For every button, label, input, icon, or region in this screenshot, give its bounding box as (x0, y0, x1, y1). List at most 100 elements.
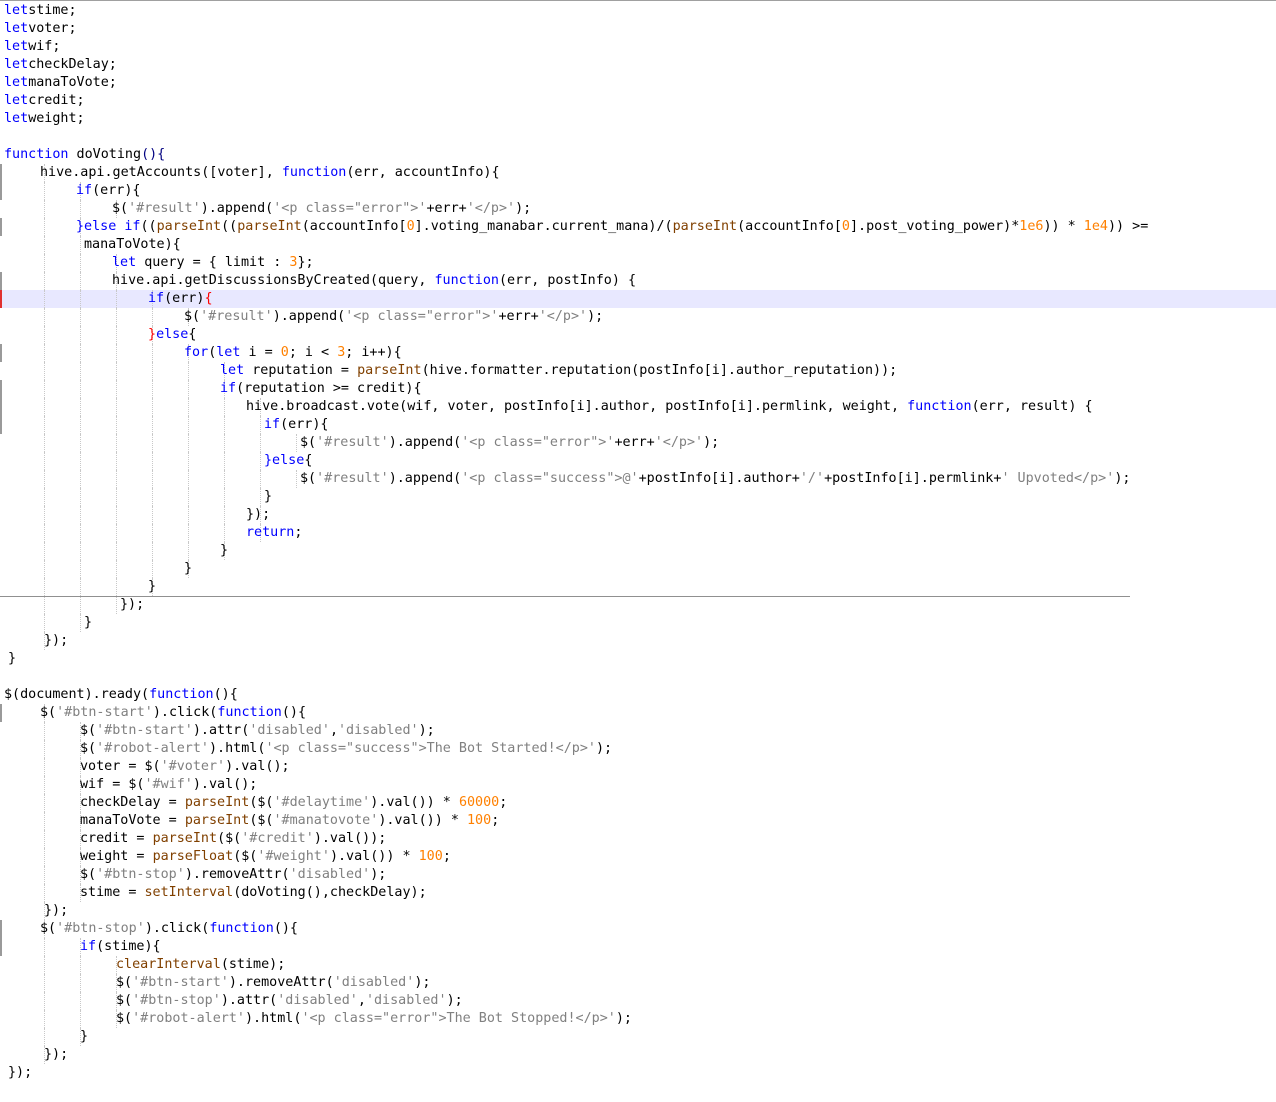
indent-guide (80, 506, 81, 524)
code-line[interactable]: for(let i = 0; i < 3; i++){ (0, 344, 1276, 362)
code-text: } (84, 614, 92, 632)
code-line[interactable]: hive.api.getDiscussionsByCreated(query, … (0, 272, 1276, 290)
code-line[interactable]: } (0, 1028, 1276, 1046)
code-line[interactable]: return; (0, 524, 1276, 542)
code-editor[interactable]: letstime; letvoter; letwif; letcheckDelay; l… (0, 0, 1276, 1102)
code-line[interactable]: } (0, 488, 1276, 506)
token-plain: }); (120, 597, 145, 612)
code-line[interactable]: } (0, 578, 1276, 596)
code-line[interactable]: }else{ (0, 452, 1276, 470)
code-line[interactable]: $('#btn-stop').removeAttr('disabled'); (0, 866, 1276, 884)
code-line[interactable]: if(err){ (0, 290, 1276, 308)
code-line[interactable]: letmanaToVote; (0, 74, 1276, 92)
code-line[interactable]: credit = parseInt($('#credit').val()); (0, 830, 1276, 848)
code-line[interactable]: $('#btn-stop').click(function(){ (0, 920, 1276, 938)
code-line[interactable]: stime = setInterval(doVoting(),checkDela… (0, 884, 1276, 902)
code-line[interactable]: $('#result').append('<p class="success">… (0, 470, 1276, 488)
code-text: letweight; (4, 110, 85, 128)
code-line[interactable]: weight = parseFloat($('#weight').val()) … (0, 848, 1276, 866)
token-plain: (reputation >= credit){ (236, 381, 422, 396)
token-plain: (){ (213, 687, 238, 702)
code-text: manaToVote){ (84, 236, 181, 254)
code-line[interactable]: wif = $('#wif').val(); (0, 776, 1276, 794)
code-line[interactable]: }else if((parseInt((parseInt(accountInfo… (0, 218, 1276, 236)
code-line[interactable]: if(reputation >= credit){ (0, 380, 1276, 398)
code-line[interactable]: $('#robot-alert').html('<p class="succes… (0, 740, 1276, 758)
code-text: } (220, 542, 228, 560)
code-line[interactable]: } (0, 542, 1276, 560)
code-text: } (8, 650, 16, 668)
code-line[interactable]: } (0, 650, 1276, 668)
code-line[interactable]: $('#btn-start').click(function(){ (0, 704, 1276, 722)
code-line[interactable]: hive.broadcast.vote(wif, voter, postInfo… (0, 398, 1276, 416)
fold-margin-marker (0, 272, 2, 290)
token-plain: ); (1114, 471, 1131, 486)
code-line[interactable]: manaToVote = parseInt($('#manatovote').v… (0, 812, 1276, 830)
indent-guide (116, 524, 117, 542)
indent-guide (224, 524, 225, 542)
indent-guide (152, 308, 153, 326)
code-line[interactable]: if(stime){ (0, 938, 1276, 956)
code-line[interactable]: $('#result').append('<p class="error">'+… (0, 200, 1276, 218)
code-line[interactable]: $('#btn-start').removeAttr('disabled'); (0, 974, 1276, 992)
code-line[interactable]: if(err){ (0, 182, 1276, 200)
token-plain: ).append( (388, 471, 462, 486)
code-line[interactable]: $(document).ready(function(){ (0, 686, 1276, 704)
token-fn: setInterval (144, 885, 234, 900)
code-line[interactable]: function doVoting(){ (0, 146, 1276, 164)
code-line[interactable]: checkDelay = parseInt($('#delaytime').va… (0, 794, 1276, 812)
code-text: } (264, 488, 272, 506)
code-line[interactable]: $('#result').append('<p class="error">'+… (0, 308, 1276, 326)
code-line[interactable]: let reputation = parseInt(hive.formatter… (0, 362, 1276, 380)
code-line[interactable]: }); (0, 596, 1276, 614)
code-line[interactable]: } (0, 560, 1276, 578)
code-line[interactable] (0, 128, 1276, 146)
indent-guide (44, 290, 45, 308)
indent-guide (44, 182, 45, 200)
code-line[interactable]: let query = { limit : 3}; (0, 254, 1276, 272)
token-fn: parseInt (184, 795, 250, 810)
code-text: voter = $('#voter').val(); (80, 758, 290, 776)
token-fn: parseInt (237, 219, 302, 234)
code-line[interactable]: $('#robot-alert').html('<p class="error"… (0, 1010, 1276, 1028)
code-line[interactable]: }); (0, 1046, 1276, 1064)
indent-guide (80, 416, 81, 434)
token-plain: stime; (28, 3, 77, 18)
token-kw: function (281, 165, 347, 180)
indent-guide (224, 398, 225, 416)
code-line[interactable]: voter = $('#voter').val(); (0, 758, 1276, 776)
token-plain: ; i < (288, 345, 338, 360)
token-plain: ].voting_manabar.current_mana)/( (414, 219, 673, 234)
code-line[interactable]: letcredit; (0, 92, 1276, 110)
code-line[interactable]: letcheckDelay; (0, 56, 1276, 74)
code-line[interactable]: if(err){ (0, 416, 1276, 434)
token-plain: }); (8, 1065, 33, 1080)
code-line[interactable]: clearInterval(stime); (0, 956, 1276, 974)
token-plain: +err+ (614, 435, 655, 450)
code-line[interactable]: letweight; (0, 110, 1276, 128)
code-line[interactable]: }); (0, 1064, 1276, 1082)
code-line[interactable]: manaToVote){ (0, 236, 1276, 254)
token-kw: function (434, 273, 499, 288)
indent-guide (44, 848, 45, 866)
code-line[interactable]: }); (0, 632, 1276, 650)
code-line[interactable]: letwif; (0, 38, 1276, 56)
indent-guide (44, 812, 45, 830)
code-line[interactable] (0, 668, 1276, 686)
token-plain: ); (703, 435, 720, 450)
code-line[interactable]: }); (0, 506, 1276, 524)
code-line[interactable]: $('#result').append('<p class="error">'+… (0, 434, 1276, 452)
code-line[interactable]: $('#btn-start').attr('disabled','disable… (0, 722, 1276, 740)
fold-margin-marker (0, 938, 2, 956)
code-line[interactable]: $('#btn-stop').attr('disabled','disabled… (0, 992, 1276, 1010)
code-line[interactable]: hive.api.getAccounts([voter], function(e… (0, 164, 1276, 182)
token-plain: ).click( (152, 705, 218, 720)
code-line[interactable]: letvoter; (0, 20, 1276, 38)
code-text: $('#btn-stop').removeAttr('disabled'); (80, 866, 386, 884)
indent-guide (152, 380, 153, 398)
code-line[interactable]: }); (0, 902, 1276, 920)
code-line[interactable]: } (0, 614, 1276, 632)
code-line[interactable]: }else{ (0, 326, 1276, 344)
token-str: 'disabled' (277, 993, 358, 1008)
code-line[interactable]: letstime; (0, 2, 1276, 20)
